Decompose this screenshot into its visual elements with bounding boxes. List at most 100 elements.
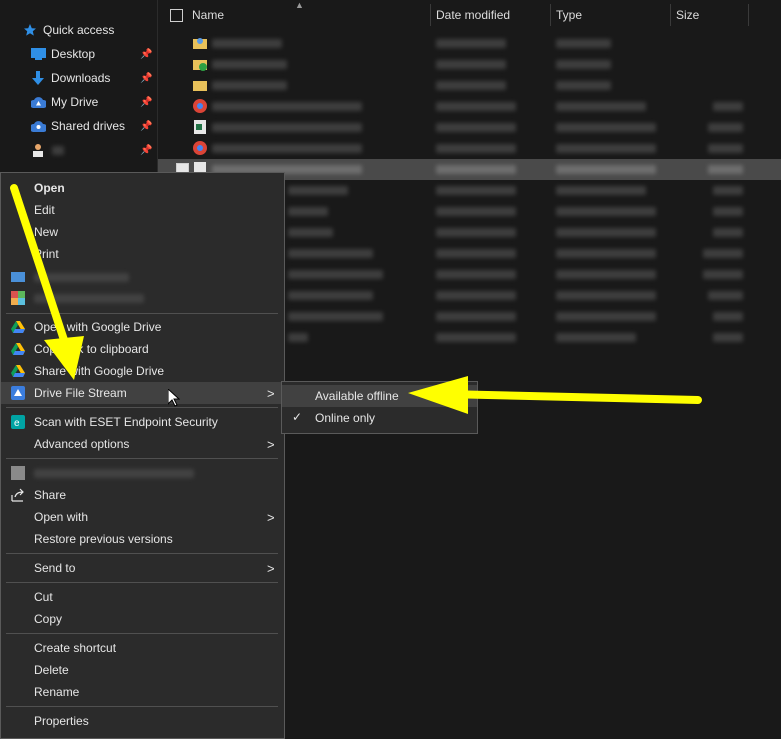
- redacted-text: [52, 146, 64, 155]
- table-row[interactable]: [158, 33, 781, 54]
- desktop-icon: [30, 46, 46, 62]
- menu-label: Print: [34, 247, 59, 261]
- submenu-label: Available offline: [315, 389, 399, 403]
- menu-label: Create shortcut: [34, 641, 117, 655]
- menu-item-cut[interactable]: Cut: [1, 586, 284, 608]
- menu-label: Cut: [34, 590, 53, 604]
- menu-label: Copy: [34, 612, 63, 626]
- pin-icon: 📌: [140, 144, 153, 156]
- download-icon: [30, 70, 46, 86]
- eset-icon: e: [10, 415, 25, 430]
- menu-label: Properties: [34, 714, 89, 728]
- checkmark-icon: ✓: [292, 410, 303, 424]
- table-row[interactable]: [158, 96, 781, 117]
- drive-file-stream-icon: [10, 386, 25, 401]
- chevron-right-icon: >: [267, 385, 275, 401]
- menu-label: Open with: [34, 510, 89, 524]
- mouse-cursor-icon: [168, 389, 180, 407]
- menu-label: Open with Google Drive: [34, 320, 162, 334]
- column-date-modified[interactable]: Date modified: [436, 8, 510, 22]
- column-size[interactable]: Size: [676, 8, 699, 22]
- table-row[interactable]: [158, 54, 781, 75]
- menu-item-rename[interactable]: Rename: [1, 681, 284, 703]
- menu-item-copy[interactable]: Copy: [1, 608, 284, 630]
- menu-item-new[interactable]: New: [1, 221, 284, 243]
- google-drive-icon: [10, 364, 25, 379]
- menu-item-properties[interactable]: Properties: [1, 710, 284, 732]
- sort-arrow-icon: ▲: [295, 0, 304, 10]
- menu-item-share-google-drive[interactable]: Share with Google Drive: [1, 360, 284, 382]
- menu-item-edit[interactable]: Edit: [1, 199, 284, 221]
- menu-item-redacted[interactable]: [1, 287, 284, 309]
- menu-label: Drive File Stream: [34, 386, 127, 400]
- submenu-label: Online only: [315, 411, 376, 425]
- pin-icon: 📌: [140, 72, 153, 84]
- menu-item-redacted[interactable]: [1, 266, 284, 288]
- menu-label: Share with Google Drive: [34, 364, 165, 378]
- menu-label: Copy link to clipboard: [34, 342, 149, 356]
- chrome-icon: [193, 141, 207, 155]
- column-type[interactable]: Type: [556, 8, 582, 22]
- excel-file-icon: [193, 120, 207, 134]
- google-drive-icon: [10, 320, 25, 335]
- menu-label: Restore previous versions: [34, 532, 173, 546]
- pin-icon: 📌: [140, 120, 153, 132]
- table-row[interactable]: [158, 117, 781, 138]
- menu-label: Rename: [34, 685, 80, 699]
- nav-item-shared-drives[interactable]: Shared drives 📌: [0, 114, 157, 138]
- context-menu: Open Edit New Print Open with Google Dri…: [0, 172, 285, 739]
- menu-item-print[interactable]: Print: [1, 243, 284, 265]
- menu-item-restore-previous[interactable]: Restore previous versions: [1, 528, 284, 550]
- google-drive-icon: [10, 342, 25, 357]
- menu-item-advanced-options[interactable]: Advanced options >: [1, 433, 284, 455]
- menu-item-scan-eset[interactable]: e Scan with ESET Endpoint Security: [1, 411, 284, 433]
- nav-label: Shared drives: [51, 119, 126, 133]
- menu-item-redacted[interactable]: [1, 462, 284, 484]
- drive-file-stream-submenu: Available offline ✓ Online only: [281, 381, 478, 434]
- nav-item-my-drive[interactable]: My Drive 📌: [0, 90, 157, 114]
- svg-text:e: e: [14, 418, 20, 429]
- nav-item-quick-access[interactable]: Quick access: [0, 18, 157, 42]
- drive-icon: [30, 94, 46, 110]
- menu-item-delete[interactable]: Delete: [1, 659, 284, 681]
- nav-label: Downloads: [51, 71, 111, 85]
- menu-item-open-with[interactable]: Open with >: [1, 506, 284, 528]
- select-all-checkbox[interactable]: [170, 9, 183, 22]
- table-row[interactable]: [158, 138, 781, 159]
- column-name[interactable]: Name: [192, 8, 224, 22]
- menu-label: Delete: [34, 663, 69, 677]
- table-row[interactable]: [158, 75, 781, 96]
- user-folder-icon: [30, 142, 46, 158]
- chevron-right-icon: >: [267, 509, 275, 525]
- menu-label: Share: [34, 488, 67, 502]
- menu-label: Advanced options: [34, 437, 130, 451]
- column-header: ▲ Name Date modified Type Size: [158, 0, 781, 30]
- nav-item-redacted[interactable]: 📌: [0, 138, 157, 162]
- menu-label: Scan with ESET Endpoint Security: [34, 415, 218, 429]
- folder-user-icon: [193, 36, 207, 50]
- star-icon: [22, 22, 38, 38]
- nav-item-desktop[interactable]: Desktop 📌: [0, 42, 157, 66]
- menu-item-open[interactable]: Open: [1, 177, 284, 199]
- chrome-icon: [193, 99, 207, 113]
- menu-label: New: [34, 225, 59, 239]
- nav-item-downloads[interactable]: Downloads 📌: [0, 66, 157, 90]
- nav-label: My Drive: [51, 95, 99, 109]
- submenu-item-available-offline[interactable]: Available offline: [282, 385, 477, 407]
- chevron-right-icon: >: [267, 436, 275, 452]
- submenu-item-online-only[interactable]: ✓ Online only: [282, 407, 477, 429]
- menu-item-copy-link[interactable]: Copy link to clipboard: [1, 338, 284, 360]
- menu-item-share[interactable]: Share: [1, 484, 284, 506]
- menu-item-create-shortcut[interactable]: Create shortcut: [1, 637, 284, 659]
- chevron-right-icon: >: [267, 560, 275, 576]
- shared-drives-icon: [30, 118, 46, 134]
- app-icon: [10, 466, 25, 481]
- menu-item-send-to[interactable]: Send to >: [1, 557, 284, 579]
- menu-label: Open: [34, 181, 65, 195]
- menu-item-open-with-google-drive[interactable]: Open with Google Drive: [1, 316, 284, 338]
- menu-item-drive-file-stream[interactable]: Drive File Stream >: [1, 382, 284, 404]
- menu-label: Send to: [34, 561, 76, 575]
- pin-icon: 📌: [140, 96, 153, 108]
- pin-icon: 📌: [140, 48, 153, 60]
- folder-synced-icon: [193, 57, 207, 71]
